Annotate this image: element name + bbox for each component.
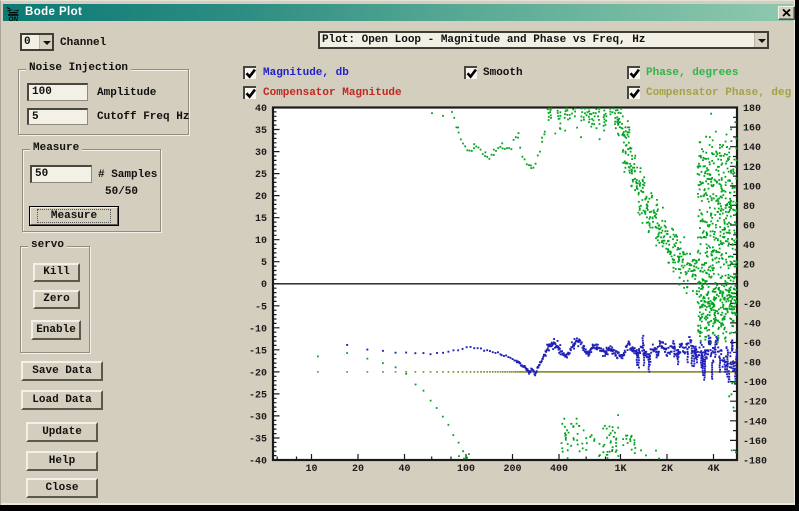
svg-text:0: 0 xyxy=(261,280,267,291)
svg-text:30: 30 xyxy=(255,148,267,159)
svg-text:35: 35 xyxy=(255,126,267,137)
svg-text:160: 160 xyxy=(743,124,761,135)
svg-text:-15: -15 xyxy=(249,346,267,357)
svg-text:4K: 4K xyxy=(707,464,719,475)
svg-text:10: 10 xyxy=(305,464,317,475)
svg-text:0: 0 xyxy=(743,280,749,291)
svg-text:-25: -25 xyxy=(249,390,267,401)
svg-text:-40: -40 xyxy=(249,457,267,468)
svg-text:180: 180 xyxy=(743,104,761,115)
svg-text:-40: -40 xyxy=(743,319,761,330)
svg-text:20: 20 xyxy=(255,192,267,203)
svg-text:-35: -35 xyxy=(249,435,267,446)
svg-text:-60: -60 xyxy=(743,339,761,350)
svg-text:20: 20 xyxy=(352,464,364,475)
svg-text:-10: -10 xyxy=(249,324,267,335)
svg-text:15: 15 xyxy=(255,214,267,225)
svg-text:5: 5 xyxy=(261,258,267,269)
svg-text:-160: -160 xyxy=(743,437,767,448)
svg-text:10: 10 xyxy=(255,236,267,247)
svg-text:60: 60 xyxy=(743,222,755,233)
svg-text:140: 140 xyxy=(743,143,761,154)
svg-text:-120: -120 xyxy=(743,398,767,409)
svg-text:-100: -100 xyxy=(743,378,767,389)
svg-text:40: 40 xyxy=(398,464,410,475)
svg-text:120: 120 xyxy=(743,163,761,174)
svg-text:-30: -30 xyxy=(249,412,267,423)
svg-text:1K: 1K xyxy=(614,464,626,475)
svg-text:20: 20 xyxy=(743,261,755,272)
svg-text:80: 80 xyxy=(743,202,755,213)
svg-text:100: 100 xyxy=(743,182,761,193)
svg-text:-80: -80 xyxy=(743,359,761,370)
svg-text:-140: -140 xyxy=(743,417,767,428)
svg-text:400: 400 xyxy=(550,464,568,475)
svg-text:-180: -180 xyxy=(743,457,767,468)
svg-text:40: 40 xyxy=(743,241,755,252)
svg-text:40: 40 xyxy=(255,104,267,115)
svg-text:25: 25 xyxy=(255,170,267,181)
svg-text:2K: 2K xyxy=(661,464,673,475)
svg-text:200: 200 xyxy=(503,464,521,475)
svg-text:-20: -20 xyxy=(249,368,267,379)
svg-text:100: 100 xyxy=(457,464,475,475)
svg-text:-20: -20 xyxy=(743,300,761,311)
svg-text:-5: -5 xyxy=(255,302,267,313)
